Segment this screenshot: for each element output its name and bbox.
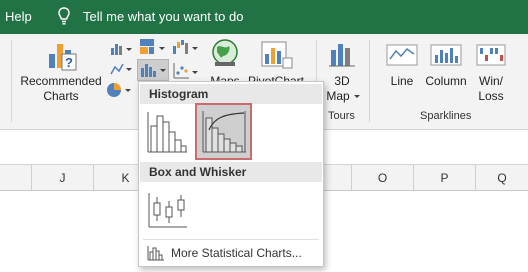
pie-chart-icon[interactable] [106,82,132,98]
pivotchart-icon [261,41,293,69]
sparkline-winloss-label-2: Loss [478,89,504,103]
sparkline-column-icon [430,44,462,66]
line-chart-icon[interactable] [110,62,132,76]
sparkline-line-label: Line [390,74,414,88]
hierarchy-chart-icon[interactable] [139,38,167,56]
histogram-header: Histogram [140,84,322,104]
tell-me-bar: Help Tell me what you want to do [0,0,528,34]
recommended-charts-label-2: Charts [43,89,79,103]
statistic-chart-icon [141,64,166,77]
help-tab[interactable]: Help [5,9,32,24]
3d-map-label-2: Map [326,89,350,103]
ribbon-separator [369,40,370,122]
more-statistical-charts-link[interactable]: More Statistical Charts... [147,243,317,263]
column-header-j[interactable]: J [32,165,94,191]
recommended-charts-label-1: Recommended [20,74,102,88]
histogram-chart-icon[interactable] [145,108,189,156]
tell-me-input[interactable]: Tell me what you want to do [83,9,243,24]
ribbon-separator [11,40,12,122]
menu-divider [143,239,319,240]
statistic-chart-dropdown: Histogram Box and Whisker More Statistic… [138,81,324,267]
svg-text:?: ? [65,55,73,70]
histogram-small-icon [147,246,164,261]
column-header-q[interactable]: Q [476,165,528,191]
scatter-chart-icon[interactable] [172,62,200,80]
recommended-charts-icon: ? [49,44,77,71]
3d-map-label-1: 3D [334,74,350,88]
waterfall-chart-icon[interactable] [172,38,200,56]
more-statistical-charts-label: More Statistical Charts... [171,246,302,260]
column-chart-icon[interactable] [110,42,132,56]
lightbulb-icon [58,7,70,25]
3d-map-icon [329,44,355,67]
pareto-chart-button[interactable] [195,103,252,160]
chevron-down-icon [354,95,360,98]
sparkline-winloss-label-1: Win/ [479,74,503,88]
globe-icon [212,39,238,66]
box-whisker-header: Box and Whisker [140,162,322,182]
column-header-p[interactable]: P [414,165,476,191]
column-header[interactable] [0,165,32,191]
sparkline-winloss-icon [476,44,506,66]
sparkline-column-label: Column [425,74,467,88]
sparkline-line-icon [386,44,418,66]
pareto-chart-icon [202,111,246,153]
tours-group-label: Tours [328,110,355,122]
box-whisker-chart-icon[interactable] [147,191,189,231]
sparklines-group-label: Sparklines [420,110,472,122]
column-header-o[interactable]: O [352,165,414,191]
